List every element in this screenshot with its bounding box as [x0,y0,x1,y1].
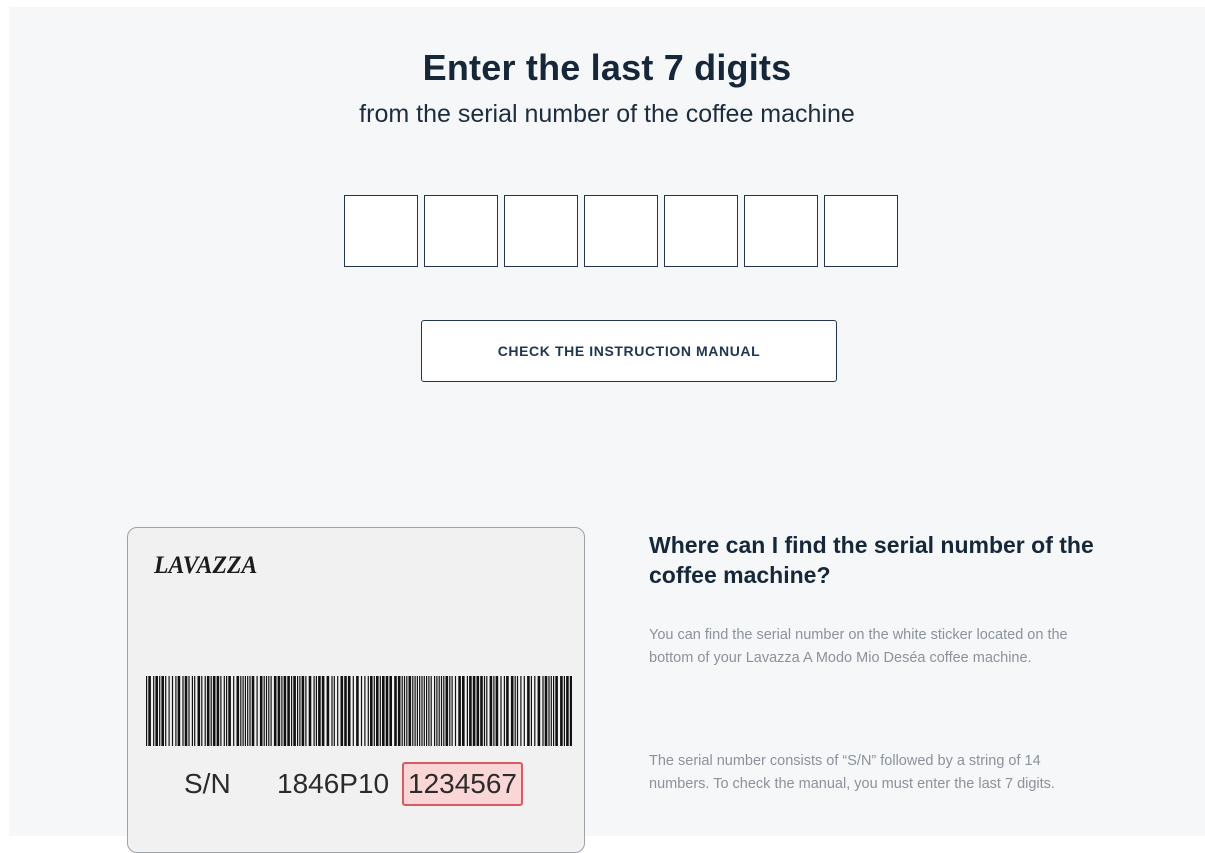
sn-prefix: 1846P10 [277,768,390,799]
digit-input-4[interactable] [584,195,658,267]
barcode-graphic [146,676,572,746]
digit-input-5[interactable] [664,195,738,267]
check-manual-button[interactable]: CHECK THE INSTRUCTION MANUAL [421,320,837,382]
page-background: Enter the last 7 digits from the serial … [9,7,1205,853]
digit-input-2[interactable] [424,195,498,267]
digit-input-3[interactable] [504,195,578,267]
help-paragraph-format: The serial number consists of “S/N” foll… [649,753,1055,792]
serial-digit-inputs [344,195,898,267]
serial-number-row: S/N 1846P10 1234567 [128,762,584,814]
page-subtitle: from the serial number of the coffee mac… [359,100,855,128]
digit-input-7[interactable] [824,195,898,267]
sn-label: S/N [184,768,231,799]
digit-input-1[interactable] [344,195,418,267]
serial-sticker-illustration: LAVAZZA S/N 1846P10 1234567 [127,527,585,853]
digit-input-6[interactable] [744,195,818,267]
help-title: Where can I find the serial number of th… [649,532,1094,588]
lavazza-logo: LAVAZZA [154,552,258,579]
help-paragraph-location: You can find the serial number on the wh… [649,627,1068,666]
page-title: Enter the last 7 digits [422,47,792,88]
sn-last-digits-highlight: 1234567 [402,762,524,806]
